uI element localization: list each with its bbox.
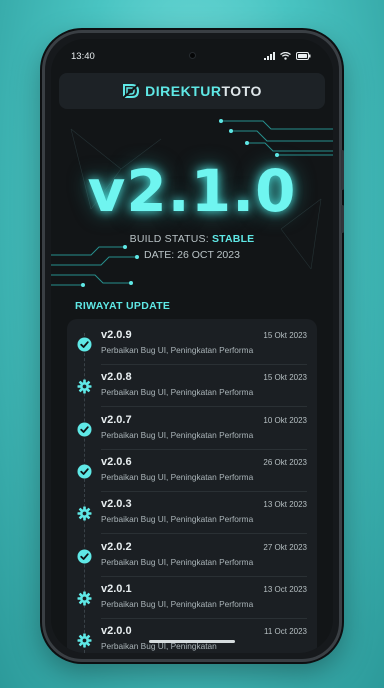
update-description: Perbaikan Bug UI, Peningkatan Performa	[101, 514, 254, 525]
update-list-item[interactable]: v2.0.1 13 Oct 2023 Perbaikan Bug UI, Penin…	[67, 577, 317, 619]
update-list-item[interactable]: v2.0.9 15 Okt 2023 Perbaikan Bug UI, Penin…	[67, 323, 317, 365]
update-date: 15 Okt 2023	[263, 331, 307, 340]
app-header: DIREKTURTOTO	[59, 73, 325, 109]
brand-name-part2: TOTO	[221, 83, 262, 99]
update-version: v2.0.2	[101, 540, 132, 553]
check-icon	[77, 464, 92, 479]
update-date: 13 Oct 2023	[263, 584, 307, 594]
build-status-value: STABLE	[211, 233, 255, 245]
update-description: Perbaikan Bug UI, Peningkatan Performa	[101, 556, 254, 567]
direkturtoto-logo-icon	[122, 83, 140, 99]
home-indicator[interactable]	[149, 640, 235, 643]
update-list-item[interactable]: v2.0.8 15 Okt 2023 Perbaikan Bug UI, Penin…	[67, 365, 317, 408]
update-description: Perbaikan Bug UI, Peningkatan Performa	[101, 471, 254, 482]
check-icon	[77, 422, 92, 437]
update-version: v2.0.7	[101, 413, 132, 426]
build-status-label: BUILD STATUS:	[129, 233, 209, 245]
build-status: BUILD STATUS: STABLE	[51, 233, 333, 245]
update-list-item[interactable]: v2.0.6 26 Okt 2023 Perbaikan Bug UI, Penin…	[67, 450, 317, 492]
brand-name-part1: DIREKTUR	[145, 83, 222, 99]
update-date: 13 Okt 2023	[263, 500, 307, 510]
update-list-item[interactable]: v2.0.3 13 Okt 2023 Perbaikan Bug UI, Penin…	[67, 492, 317, 535]
signal-icon	[264, 52, 275, 60]
update-description: Perbaikan Bug UI, Peningkatan Performa	[101, 598, 254, 609]
gear-icon	[77, 506, 92, 521]
update-version: v2.0.9	[101, 329, 132, 341]
power-button	[341, 205, 344, 233]
front-camera	[188, 52, 196, 59]
current-version: v2.1.0	[87, 157, 297, 225]
phone-frame: 13:40 DIREKTURTOTO v2.1.0 BUILD STATUS: …	[42, 30, 342, 662]
volume-button	[341, 150, 344, 190]
update-description: Perbaikan Bug UI, Peningkatan Performa	[101, 345, 254, 355]
update-version: v2.0.3	[101, 498, 132, 511]
update-history-list[interactable]: v2.0.9 15 Okt 2023 Perbaikan Bug UI, Penin…	[67, 319, 317, 653]
update-version: v2.0.1	[101, 582, 132, 595]
update-list-item[interactable]: v2.0.0 11 Oct 2023 Perbaikan Bug UI, Penin…	[67, 619, 317, 653]
update-version: v2.0.6	[101, 455, 132, 468]
brand-name: DIREKTURTOTO	[145, 83, 262, 99]
release-date: DATE: 26 OCT 2023	[144, 249, 240, 261]
update-date: 10 Okt 2023	[263, 415, 307, 425]
update-list-item[interactable]: v2.0.2 27 Okt 2023 Perbaikan Bug UI, Penin…	[67, 535, 317, 577]
update-date: 27 Okt 2023	[263, 542, 307, 552]
update-description: Perbaikan Bug UI, Peningkatan Performa	[101, 429, 254, 440]
update-description: Perbaikan Bug UI, Peningkatan Performa	[101, 387, 254, 398]
gear-icon	[77, 379, 92, 394]
wifi-icon	[280, 52, 291, 60]
check-icon	[77, 337, 92, 352]
update-history-title: RIWAYAT UPDATE	[75, 300, 171, 312]
update-date: 11 Oct 2023	[264, 627, 307, 637]
update-date: 26 Okt 2023	[263, 457, 307, 467]
app-screen: 13:40 DIREKTURTOTO v2.1.0 BUILD STATUS: …	[51, 39, 333, 653]
hero-section: v2.1.0 BUILD STATUS: STABLE DATE: 26 OCT…	[51, 109, 333, 299]
battery-icon	[296, 52, 311, 60]
status-time: 13:40	[71, 50, 95, 62]
update-list-item[interactable]: v2.0.7 10 Okt 2023 Perbaikan Bug UI, Penin…	[67, 408, 317, 450]
update-version: v2.0.0	[101, 625, 132, 638]
gear-icon	[77, 633, 92, 648]
update-version: v2.0.8	[101, 371, 132, 384]
update-date: 15 Okt 2023	[263, 373, 307, 383]
check-icon	[77, 549, 92, 564]
gear-icon	[77, 591, 92, 606]
